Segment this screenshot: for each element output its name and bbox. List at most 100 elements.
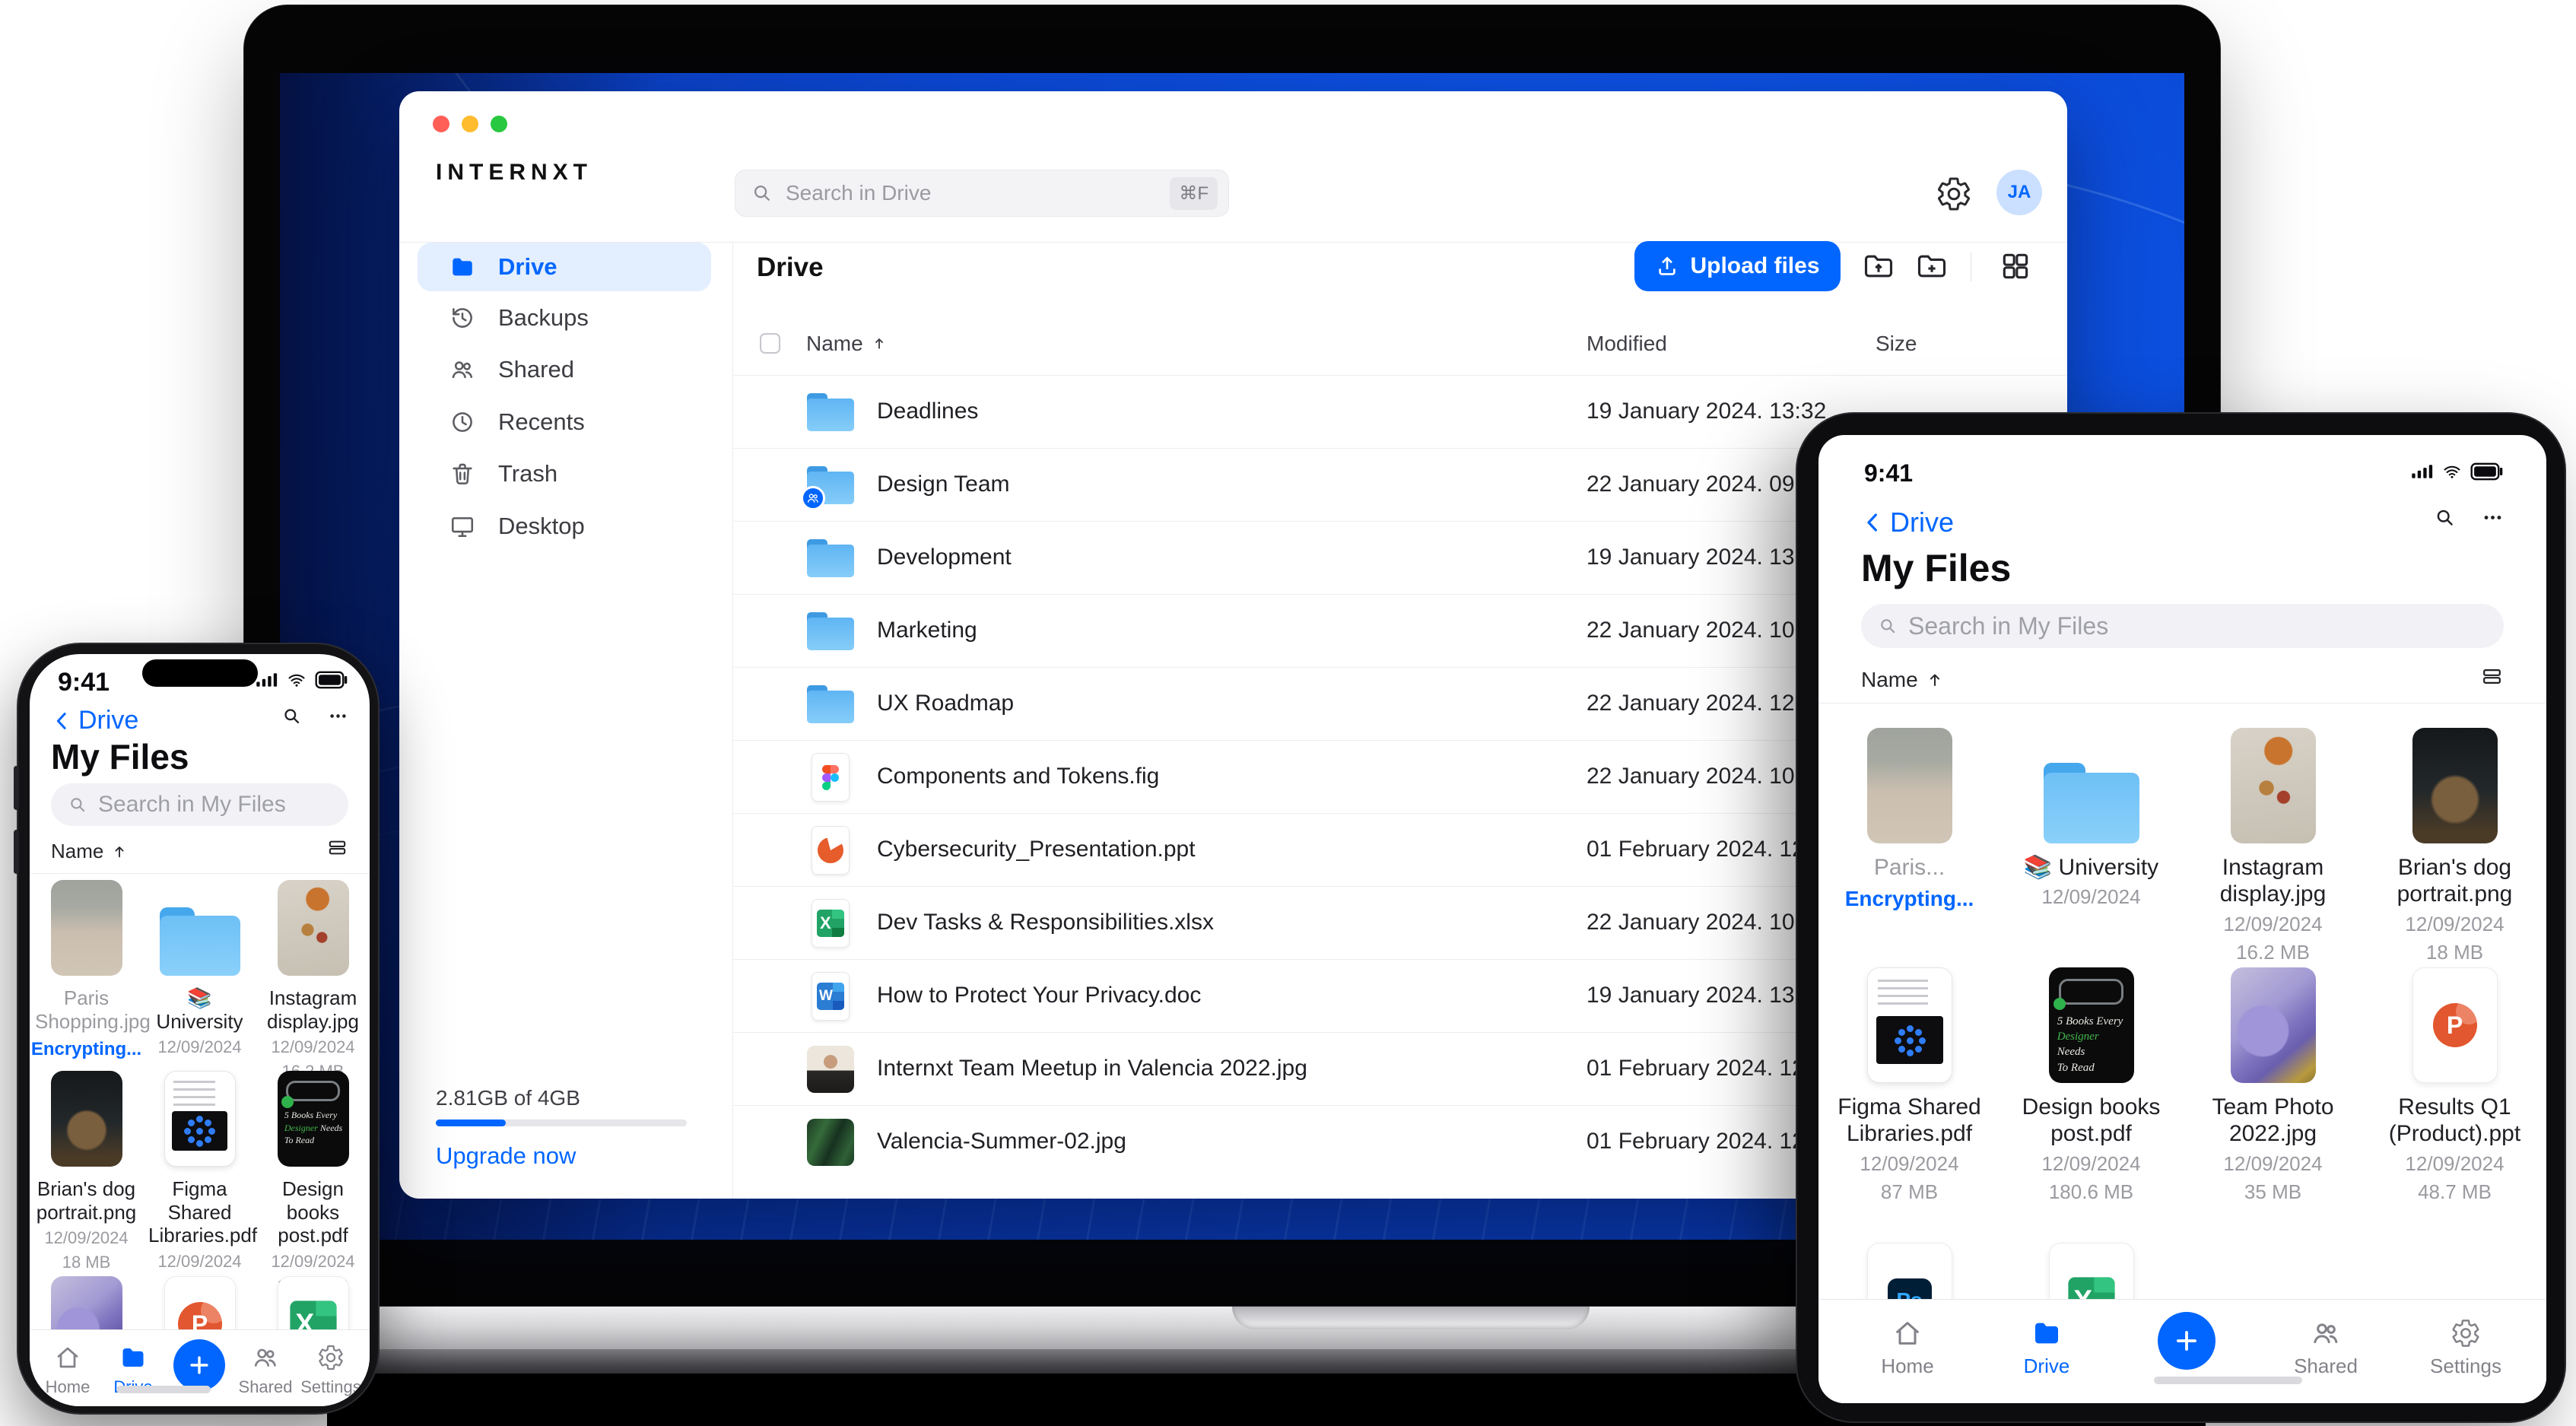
file-thumbnail [164, 1071, 236, 1167]
thumb-box: P [2412, 967, 2498, 1083]
thumb-box [159, 880, 240, 976]
item-name: Results Q1 (Product).ppt [2388, 1094, 2521, 1147]
item-size: 16.2 MB [2236, 940, 2310, 964]
upgrade-now-link[interactable]: Upgrade now [436, 1142, 576, 1170]
search-button[interactable] [2434, 507, 2456, 529]
drive-search-input[interactable]: Search in Drive ⌘F [735, 170, 1229, 217]
folder-icon [2031, 1318, 2062, 1348]
ppt-cell [806, 826, 855, 875]
storage-progressbar [436, 1120, 687, 1126]
item-name: Brian's dog portrait.png [36, 1177, 137, 1224]
folder-icon [807, 612, 854, 650]
grid-item[interactable]: 5 Books Every Designer Needs To Read Design… [2000, 967, 2182, 1204]
sort-arrow-up-icon [1926, 671, 1944, 689]
sidebar-item-desktop[interactable]: Desktop [418, 502, 711, 551]
file-thumbnail: P [2412, 967, 2498, 1083]
list-view-toggle[interactable] [2480, 665, 2504, 688]
item-size: 18 MB [2425, 940, 2484, 964]
sidebar-item-shared[interactable]: Shared [418, 345, 711, 394]
add-file-button[interactable] [2158, 1312, 2215, 1370]
sidebar-item-drive[interactable]: Drive [418, 243, 711, 291]
status-icons [2411, 462, 2504, 481]
photo-thumbnail [807, 1046, 854, 1093]
tab-settings[interactable]: Settings [278, 1344, 370, 1397]
sidebar-item-label: Shared [498, 356, 574, 383]
home-indicator[interactable] [116, 1386, 211, 1393]
grid-item[interactable]: Brian's dog portrait.png 12/09/2024 18 MB [2364, 728, 2546, 964]
sort-by-name[interactable]: Name [51, 840, 128, 863]
grid-item[interactable]: Figma Shared Libraries.pdf12/09/202487 M… [1818, 967, 2000, 1204]
sort-by-name[interactable]: Name [1861, 668, 1944, 692]
grid-item[interactable]: Paris Shopping.jpg Encrypting... [30, 880, 151, 1081]
file-name: UX Roadmap [877, 691, 1015, 716]
settings-gear-button[interactable] [1936, 176, 1972, 212]
tab-home[interactable]: Home [1854, 1318, 1961, 1378]
back-button[interactable]: Drive [1861, 507, 1954, 538]
chevron-left-icon [51, 710, 74, 732]
list-divider [30, 873, 370, 874]
battery-icon [2470, 462, 2504, 481]
grid-item[interactable]: Team Photo 2022.jpg 12/09/2024 35 MB [2182, 967, 2364, 1204]
column-header-modified[interactable]: Modified [1587, 332, 1667, 356]
tablet-screen: 9:41 Drive My Files Search in My Files Name P… [1818, 435, 2546, 1403]
column-header-name[interactable]: Name [806, 332, 888, 356]
item-name: Team Photo 2022.jpg [2212, 1094, 2334, 1147]
mobile-search-input[interactable]: Search in My Files [1861, 604, 2504, 648]
grid-item[interactable]: Figma Shared Libraries.pdf12/09/202487 M… [143, 1071, 257, 1296]
sidebar-item-trash[interactable]: Trash [418, 449, 711, 498]
home-indicator[interactable] [2154, 1377, 2302, 1384]
sidebar-item-backups[interactable]: Backups [418, 294, 711, 342]
select-all-checkbox[interactable] [760, 333, 780, 354]
grid-item[interactable]: P Results Q1 (Product).ppt 12/09/2024 48.7 … [2364, 967, 2546, 1204]
sidebar-item-recents[interactable]: Recents [418, 398, 711, 446]
new-folder-button[interactable] [1915, 249, 1949, 283]
more-options-button[interactable] [2482, 507, 2504, 529]
grid-view-toggle[interactable] [1999, 249, 2032, 283]
back-button[interactable]: Drive [51, 706, 138, 735]
status-icons [256, 671, 348, 689]
user-avatar[interactable]: JA [1996, 170, 2042, 215]
grid-item[interactable]: Paris... Encrypting... [1818, 728, 2000, 964]
grid-row: Paris Shopping.jpg Encrypting... 📚 Univers… [30, 880, 370, 1081]
grid-item[interactable]: 📚 University 12/09/2024 [2000, 728, 2182, 964]
sidebar-item-label: Backups [498, 303, 589, 331]
column-header-size[interactable]: Size [1876, 332, 1917, 356]
minimize-window-button[interactable] [462, 116, 478, 132]
wifi-icon [2441, 462, 2463, 481]
file-name: Design Team [877, 472, 1010, 497]
tab-settings[interactable]: Settings [2412, 1318, 2519, 1378]
tab-shared[interactable]: Shared [2273, 1318, 2379, 1378]
more-options-button[interactable] [328, 706, 348, 726]
sort-arrow-up-icon [875, 338, 883, 349]
tab-drive[interactable]: Drive [1993, 1318, 2100, 1378]
mobile-search-input[interactable]: Search in My Files [51, 783, 348, 826]
upload-folder-button[interactable] [1862, 249, 1895, 283]
item-date: 12/09/2024 [2405, 912, 2505, 935]
list-view-toggle[interactable] [326, 837, 348, 859]
grid-item[interactable]: Instagram display.jpg12/09/202416.2 MB [2182, 728, 2364, 964]
thumb-box [2043, 728, 2139, 843]
screen-title: My Files [1861, 547, 2012, 589]
upload-icon [1655, 254, 1679, 278]
sidebar-item-label: Drive [498, 253, 557, 280]
file-modified: 22 January 2024. 10:08 [1587, 764, 1827, 789]
zoom-window-button[interactable] [491, 116, 507, 132]
grid-item[interactable]: Brian's dog portrait.png 12/09/2024 18 MB [30, 1071, 143, 1296]
upload-files-button[interactable]: Upload files [1634, 241, 1841, 291]
grid-item[interactable]: 📚 University 12/09/2024 [143, 880, 256, 1081]
search-button[interactable] [281, 706, 302, 726]
tab-label: Drive [2023, 1355, 2070, 1377]
item-name: 📚 University [156, 986, 243, 1033]
grid-item[interactable]: 5 Books Every Designer Needs To Read Design… [256, 1071, 370, 1296]
item-name: Paris... [1873, 855, 1945, 880]
grid-item[interactable]: Instagram display.jpg12/09/202416.2 MB [256, 880, 370, 1081]
status-time: 9:41 [58, 668, 110, 697]
close-window-button[interactable] [433, 116, 449, 132]
table-header: Name Modified Size [732, 319, 2067, 374]
mobile-search-placeholder: Search in My Files [1908, 611, 2109, 640]
folder-cell [806, 388, 855, 437]
file-thumbnail [1866, 728, 1952, 843]
thumb-box [50, 880, 122, 976]
marketing-composite: INTERNXT Search in Drive ⌘F JA Drive Back… [0, 0, 2576, 1426]
phone-volume-up-button [14, 766, 19, 810]
